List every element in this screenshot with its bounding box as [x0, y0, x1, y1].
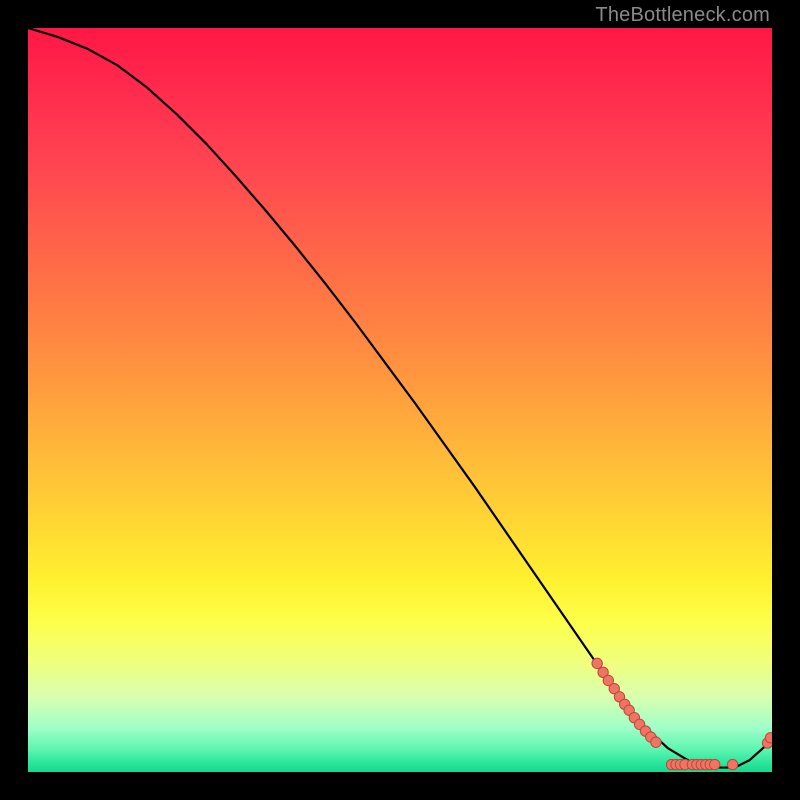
- curve-markers: [592, 658, 772, 770]
- curve-marker: [592, 658, 602, 668]
- curve-marker: [727, 759, 737, 769]
- chart-svg: [28, 28, 772, 772]
- curve-marker: [710, 759, 720, 769]
- curve-marker: [651, 737, 661, 747]
- curve-marker: [765, 733, 772, 743]
- plot-area: [28, 28, 772, 772]
- bottleneck-curve: [28, 28, 772, 768]
- watermark-text: TheBottleneck.com: [595, 4, 770, 27]
- chart-frame: TheBottleneck.com: [0, 0, 800, 800]
